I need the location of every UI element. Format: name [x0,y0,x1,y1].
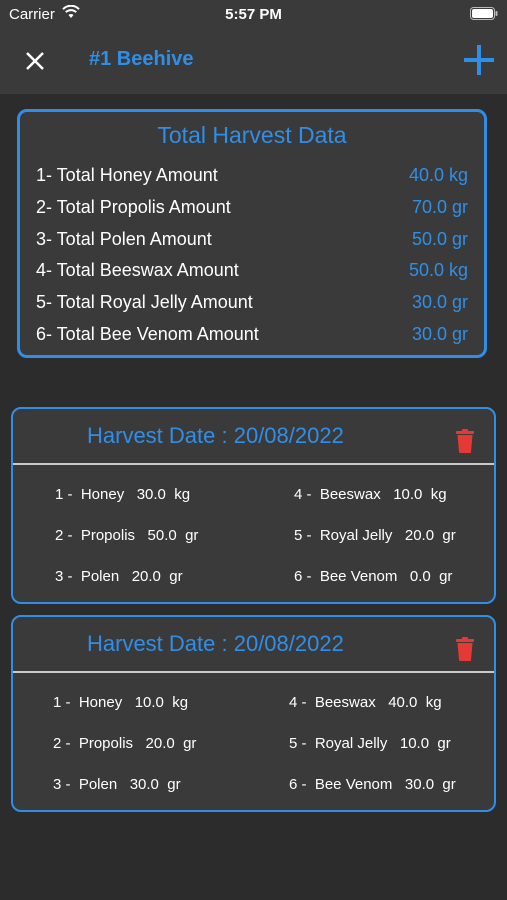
status-time: 5:57 PM [225,6,282,23]
page-title: #1 Beehive [89,48,194,70]
harvest-item: 5 - Royal Jelly 10.0 gr [289,735,451,752]
plus-icon[interactable] [461,42,497,78]
battery-icon [470,7,498,20]
harvest-item: 4 - Beeswax 10.0 kg [294,486,447,503]
total-value: 40.0 kg [408,165,468,185]
harvest-item: 2 - Propolis 50.0 gr [55,527,199,544]
total-row: 3- Total Polen Amount 50.0 gr [36,229,468,253]
harvest-item: 4 - Beeswax 40.0 kg [289,694,442,711]
harvest-date: Harvest Date : 20/08/2022 [87,423,344,448]
total-label: 2- Total Propolis Amount [36,197,231,217]
total-row: 2- Total Propolis Amount 70.0 gr [36,197,468,221]
total-value: 50.0 kg [408,260,468,280]
harvest-item: 3 - Polen 30.0 gr [53,776,181,793]
total-row: 4- Total Beeswax Amount 50.0 kg [36,260,468,284]
harvest-item: 1 - Honey 10.0 kg [53,694,189,711]
total-row: 1- Total Honey Amount 40.0 kg [36,165,468,189]
total-row: 6- Total Bee Venom Amount 30.0 gr [36,324,468,348]
harvest-date: Harvest Date : 20/08/2022 [87,631,344,656]
harvest-item: 1 - Honey 30.0 kg [55,486,191,503]
total-label: 5- Total Royal Jelly Amount [36,292,253,312]
harvest-card[interactable]: Harvest Date : 20/08/2022 1 - Honey 10.0… [11,615,496,812]
harvest-item: 6 - Bee Venom 0.0 gr [294,568,453,585]
harvest-card[interactable]: Harvest Date : 20/08/2022 1 - Honey 30.0… [11,407,496,604]
total-harvest-title: Total Harvest Data [157,122,347,148]
total-value: 50.0 gr [411,229,468,249]
harvest-item: 2 - Propolis 20.0 gr [53,735,197,752]
total-label: 1- Total Honey Amount [36,165,218,185]
total-value: 30.0 gr [411,324,468,344]
total-row: 5- Total Royal Jelly Amount 30.0 gr [36,292,468,316]
harvest-item: 6 - Bee Venom 30.0 gr [289,776,456,793]
status-bar: Carrier 5:57 PM [0,0,507,28]
harvest-item: 3 - Polen 20.0 gr [55,568,183,585]
nav-bar: #1 Beehive [0,28,507,94]
total-label: 4- Total Beeswax Amount [36,260,239,280]
harvest-header: Harvest Date : 20/08/2022 [13,409,494,465]
total-value: 30.0 gr [411,292,468,312]
total-label: 6- Total Bee Venom Amount [36,324,259,344]
trash-icon[interactable] [456,637,474,661]
trash-icon[interactable] [456,429,474,453]
harvest-header: Harvest Date : 20/08/2022 [13,617,494,673]
harvest-item: 5 - Royal Jelly 20.0 gr [294,527,456,544]
total-label: 3- Total Polen Amount [36,229,212,249]
close-icon[interactable] [22,48,48,74]
total-harvest-card: Total Harvest Data 1- Total Honey Amount… [17,109,487,358]
total-value: 70.0 gr [411,197,468,217]
